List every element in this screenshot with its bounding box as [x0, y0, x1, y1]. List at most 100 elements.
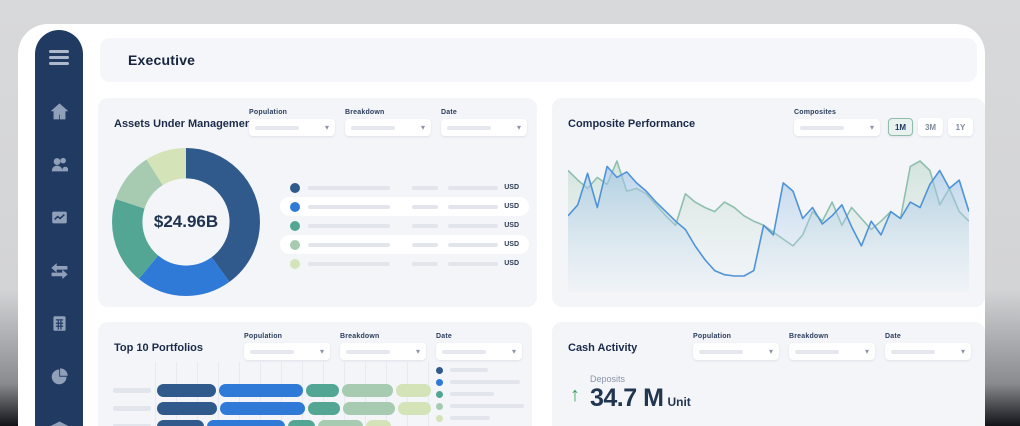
population-select[interactable]: ▾	[693, 343, 779, 360]
range-toggle: 1M 3M 1Y	[888, 118, 973, 136]
portfolio-bar-row[interactable]	[113, 384, 434, 397]
legend-label-placeholder	[450, 392, 494, 396]
legend-name-placeholder	[308, 186, 390, 190]
select-placeholder	[351, 126, 395, 130]
bar-segment	[157, 384, 216, 397]
deposits-value: 34.7 M	[590, 384, 663, 412]
bar-segment	[343, 402, 395, 415]
portfolio-name-placeholder	[113, 388, 151, 393]
composites-select[interactable]: ▾	[794, 119, 880, 136]
sidebar-item-clients[interactable]	[49, 154, 69, 174]
sidebar	[35, 30, 83, 426]
range-button-3m[interactable]: 3M	[918, 118, 943, 136]
stacked-bar	[157, 384, 434, 397]
bar-segment	[318, 420, 362, 426]
deposits-label: Deposits	[590, 374, 691, 384]
population-filter: Population ▾	[249, 109, 335, 136]
legend-name-placeholder	[308, 262, 390, 266]
legend-row[interactable]: USD	[280, 216, 529, 235]
population-select[interactable]: ▾	[249, 119, 335, 136]
population-filter: Population▾	[693, 333, 779, 360]
legend-amount-placeholder	[448, 186, 498, 190]
population-filter-label: Population	[249, 109, 335, 116]
bar-segment	[207, 420, 285, 426]
legend-row[interactable]: USD	[280, 197, 529, 216]
card-assets-under-management: Assets Under Management Population▾Break…	[98, 98, 537, 307]
legend-label-placeholder	[450, 368, 488, 372]
legend-dot	[436, 367, 443, 374]
page-title: Executive	[100, 52, 195, 68]
breakdown-filter-label: Breakdown	[345, 109, 431, 116]
date-filter-label: Date	[441, 109, 527, 116]
legend-dot	[436, 391, 443, 398]
chevron-down-icon: ▾	[416, 348, 420, 356]
deposits-stat: ↑ Deposits 34.7 M Unit	[570, 374, 691, 411]
top10-filters: Population▾Breakdown▾Date▾	[244, 333, 522, 360]
select-placeholder	[800, 126, 844, 130]
bar-segment	[308, 402, 341, 415]
range-button-1y[interactable]: 1Y	[948, 118, 973, 136]
population-select[interactable]: ▾	[244, 343, 330, 360]
date-select[interactable]: ▾	[441, 119, 527, 136]
chevron-down-icon: ▾	[320, 348, 324, 356]
legend-dot	[290, 259, 300, 269]
legend-item[interactable]	[436, 400, 524, 412]
select-placeholder	[442, 350, 486, 354]
legend-value-placeholder	[412, 243, 438, 247]
sidebar-item-allocation[interactable]	[49, 366, 69, 386]
aum-filters: Population ▾ Breakdown ▾ Date ▾	[249, 109, 527, 136]
legend-row[interactable]: USD	[280, 178, 529, 197]
breakdown-filter: Breakdown ▾	[345, 109, 431, 136]
sidebar-item-performance[interactable]	[49, 207, 69, 227]
legend-dot	[290, 202, 300, 212]
sidebar-item-holdings[interactable]	[49, 419, 69, 426]
legend-item[interactable]	[436, 364, 524, 376]
range-button-1m[interactable]: 1M	[888, 118, 913, 136]
card-title: Composite Performance	[568, 118, 695, 130]
date-select[interactable]: ▾	[436, 343, 522, 360]
portfolio-bar-row[interactable]	[113, 420, 434, 426]
population-filter-label: Population	[244, 333, 330, 340]
breakdown-filter-label: Breakdown	[789, 333, 875, 340]
sidebar-item-calculator[interactable]	[49, 313, 69, 333]
chevron-down-icon: ▾	[961, 348, 965, 356]
chevron-down-icon: ▾	[325, 124, 329, 132]
sidebar-item-home[interactable]	[49, 101, 69, 121]
legend-item[interactable]	[436, 388, 524, 400]
card-title: Top 10 Portfolios	[114, 342, 203, 354]
legend-dot	[290, 183, 300, 193]
legend-name-placeholder	[308, 224, 390, 228]
legend-value-placeholder	[412, 186, 438, 190]
date-filter-label: Date	[885, 333, 971, 340]
currency-label: USD	[504, 203, 519, 210]
card-composite-performance: Composite Performance Composites ▾ 1M3M1…	[552, 98, 985, 307]
select-placeholder	[699, 350, 743, 354]
chevron-down-icon: ▾	[870, 124, 874, 132]
breakdown-select[interactable]: ▾	[340, 343, 426, 360]
select-placeholder	[447, 126, 491, 130]
select-placeholder	[250, 350, 294, 354]
composite-controls: Composites ▾ 1M 3M 1Y	[794, 109, 973, 136]
sidebar-item-transactions[interactable]	[49, 260, 69, 280]
portfolio-name-placeholder	[113, 406, 151, 411]
legend-item[interactable]	[436, 412, 524, 424]
deposits-unit: Unit	[667, 395, 690, 409]
composites-filter-label: Composites	[794, 109, 880, 116]
trend-up-arrow-icon: ↑	[570, 384, 580, 407]
breakdown-select[interactable]: ▾	[345, 119, 431, 136]
legend-row[interactable]: USD	[280, 235, 529, 254]
bar-segment	[157, 420, 204, 426]
select-placeholder	[891, 350, 935, 354]
pie-chart-icon	[51, 368, 68, 385]
legend-amount-placeholder	[448, 262, 498, 266]
legend-row[interactable]: USD	[280, 254, 529, 273]
legend-item[interactable]	[436, 376, 524, 388]
date-select[interactable]: ▾	[885, 343, 971, 360]
aum-legend: USDUSDUSDUSDUSD	[280, 178, 529, 273]
legend-value-placeholder	[412, 262, 438, 266]
population-filter: Population ▾	[244, 333, 330, 360]
breakdown-select[interactable]: ▾	[789, 343, 875, 360]
menu-icon[interactable]	[49, 50, 69, 68]
date-filter: Date ▾	[885, 333, 971, 360]
portfolio-bar-row[interactable]	[113, 402, 434, 415]
